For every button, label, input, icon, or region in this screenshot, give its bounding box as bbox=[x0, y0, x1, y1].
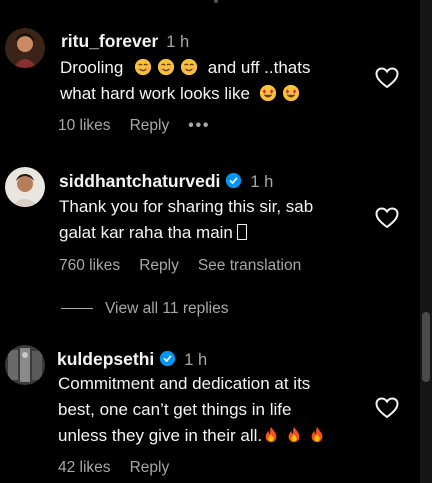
comment-time: 1 h bbox=[250, 173, 274, 191]
smiling-face-emoji bbox=[134, 58, 152, 76]
comment-text-line: Commitment and dedication at its bbox=[58, 374, 311, 393]
top-indicator bbox=[214, 0, 218, 3]
comment-time: 1 h bbox=[166, 33, 190, 51]
avatar-ritu[interactable] bbox=[5, 28, 45, 68]
comment-username[interactable]: siddhantchaturvedi bbox=[59, 171, 220, 191]
comment-text: what hard work looks like bbox=[60, 84, 250, 103]
fire-emoji bbox=[265, 426, 277, 443]
smiling-face-emoji bbox=[157, 58, 175, 76]
smiling-face-emoji bbox=[180, 58, 198, 76]
heart-icon[interactable] bbox=[375, 397, 399, 424]
fire-emoji bbox=[288, 426, 300, 443]
fire-emoji bbox=[311, 426, 323, 443]
missing-glyph-icon bbox=[236, 224, 247, 240]
likes-count[interactable]: 42 likes bbox=[58, 459, 111, 476]
comment-text: unless they give in their all. bbox=[58, 426, 263, 445]
reply-button[interactable]: Reply bbox=[130, 117, 170, 134]
heart-eyes-emoji bbox=[282, 84, 299, 102]
comment-text: Drooling bbox=[60, 58, 124, 77]
comment-text: galat kar raha tha main bbox=[59, 223, 233, 242]
heart-icon[interactable] bbox=[375, 67, 399, 94]
replies-divider bbox=[61, 308, 93, 310]
comment-username[interactable]: ritu_forever bbox=[61, 31, 158, 51]
comment-text-line: unless they give in their all. bbox=[58, 423, 331, 449]
comment-text-line: best, one can’t get things in life bbox=[58, 400, 292, 419]
comment-text-line: what hard work looks like bbox=[60, 81, 311, 107]
comment-text-line: Drooling and uff ..thats bbox=[60, 55, 311, 81]
likes-count[interactable]: 10 likes bbox=[58, 117, 111, 134]
view-replies-label[interactable]: View all 11 replies bbox=[105, 300, 229, 317]
avatar-siddhant[interactable] bbox=[5, 167, 45, 207]
view-replies-button[interactable]: View all 11 replies bbox=[61, 300, 229, 318]
comment-time: 1 h bbox=[184, 351, 208, 369]
verified-badge-icon bbox=[160, 350, 176, 367]
scrollbar-thumb[interactable] bbox=[422, 312, 430, 382]
comment-text-line: galat kar raha tha main bbox=[59, 220, 313, 246]
comment-text-line: Thank you for sharing this sir, sab bbox=[59, 197, 314, 216]
reply-button[interactable]: Reply bbox=[139, 257, 179, 274]
verified-badge-icon bbox=[226, 172, 242, 189]
comment-username[interactable]: kuldepsethi bbox=[57, 349, 154, 369]
more-options-icon[interactable]: ••• bbox=[188, 117, 210, 134]
reply-button[interactable]: Reply bbox=[130, 459, 170, 476]
see-translation-link[interactable]: See translation bbox=[198, 257, 301, 274]
avatar-kuldep[interactable] bbox=[5, 345, 45, 385]
heart-eyes-emoji bbox=[259, 84, 276, 102]
heart-icon[interactable] bbox=[375, 207, 399, 234]
likes-count[interactable]: 760 likes bbox=[59, 257, 120, 274]
comment-text: and uff ..thats bbox=[207, 58, 311, 77]
scrollbar-track[interactable] bbox=[420, 0, 432, 483]
